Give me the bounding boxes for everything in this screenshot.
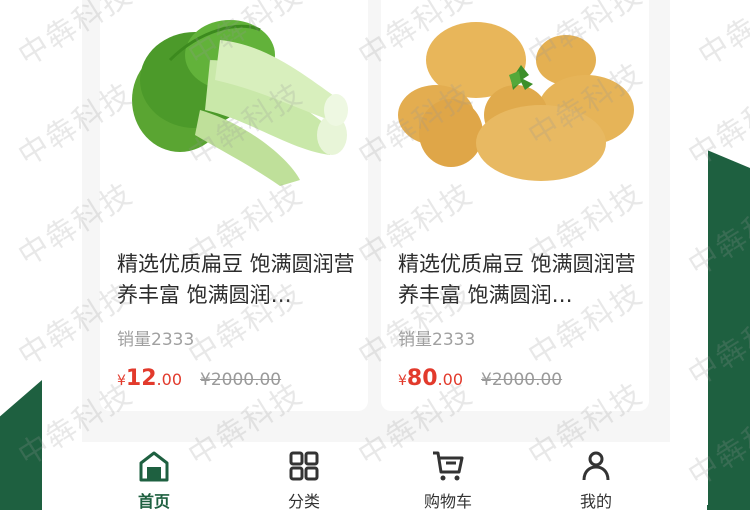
tab-profile[interactable]: 我的 (546, 450, 646, 511)
bottom-tab-bar: 首页 分类 购物车 我的 (42, 442, 708, 511)
background-decoration-left (0, 380, 42, 510)
app-screen: 精选优质扁豆 饱满圆润营养丰富 饱满圆润… 销量2333 ¥12.00 ¥200… (42, 0, 708, 511)
product-sales: 销量2333 (398, 330, 476, 350)
product-list[interactable]: 精选优质扁豆 饱满圆润营养丰富 饱满圆润… 销量2333 ¥12.00 ¥200… (82, 0, 670, 442)
bok-choy-image (132, 20, 348, 186)
category-icon (289, 451, 319, 481)
background-decoration-right (707, 150, 750, 510)
product-card[interactable]: 精选优质扁豆 饱满圆润营养丰富 饱满圆润… 销量2333 ¥80.00 ¥200… (381, 0, 649, 411)
product-original-price: ¥2000.00 (200, 370, 282, 390)
product-price: ¥12.00 (117, 366, 182, 391)
product-title: 精选优质扁豆 饱满圆润营养丰富 饱满圆润… (398, 252, 636, 307)
product-price: ¥80.00 (398, 366, 463, 391)
tab-home[interactable]: 首页 (104, 450, 204, 511)
user-icon (582, 451, 610, 481)
potatoes-image (398, 22, 634, 181)
product-title: 精选优质扁豆 饱满圆润营养丰富 饱满圆润… (117, 252, 355, 307)
product-sales: 销量2333 (117, 330, 195, 350)
product-card[interactable]: 精选优质扁豆 饱满圆润营养丰富 饱满圆润… 销量2333 ¥12.00 ¥200… (100, 0, 368, 411)
tab-category[interactable]: 分类 (254, 450, 354, 511)
tab-profile-label: 我的 (579, 492, 612, 511)
tab-category-label: 分类 (287, 492, 320, 511)
tab-cart-label: 购物车 (423, 492, 472, 511)
cart-icon (433, 451, 464, 481)
tab-cart[interactable]: 购物车 (398, 450, 498, 511)
home-icon (139, 451, 169, 482)
tab-home-label: 首页 (137, 492, 170, 511)
product-original-price: ¥2000.00 (481, 370, 563, 390)
